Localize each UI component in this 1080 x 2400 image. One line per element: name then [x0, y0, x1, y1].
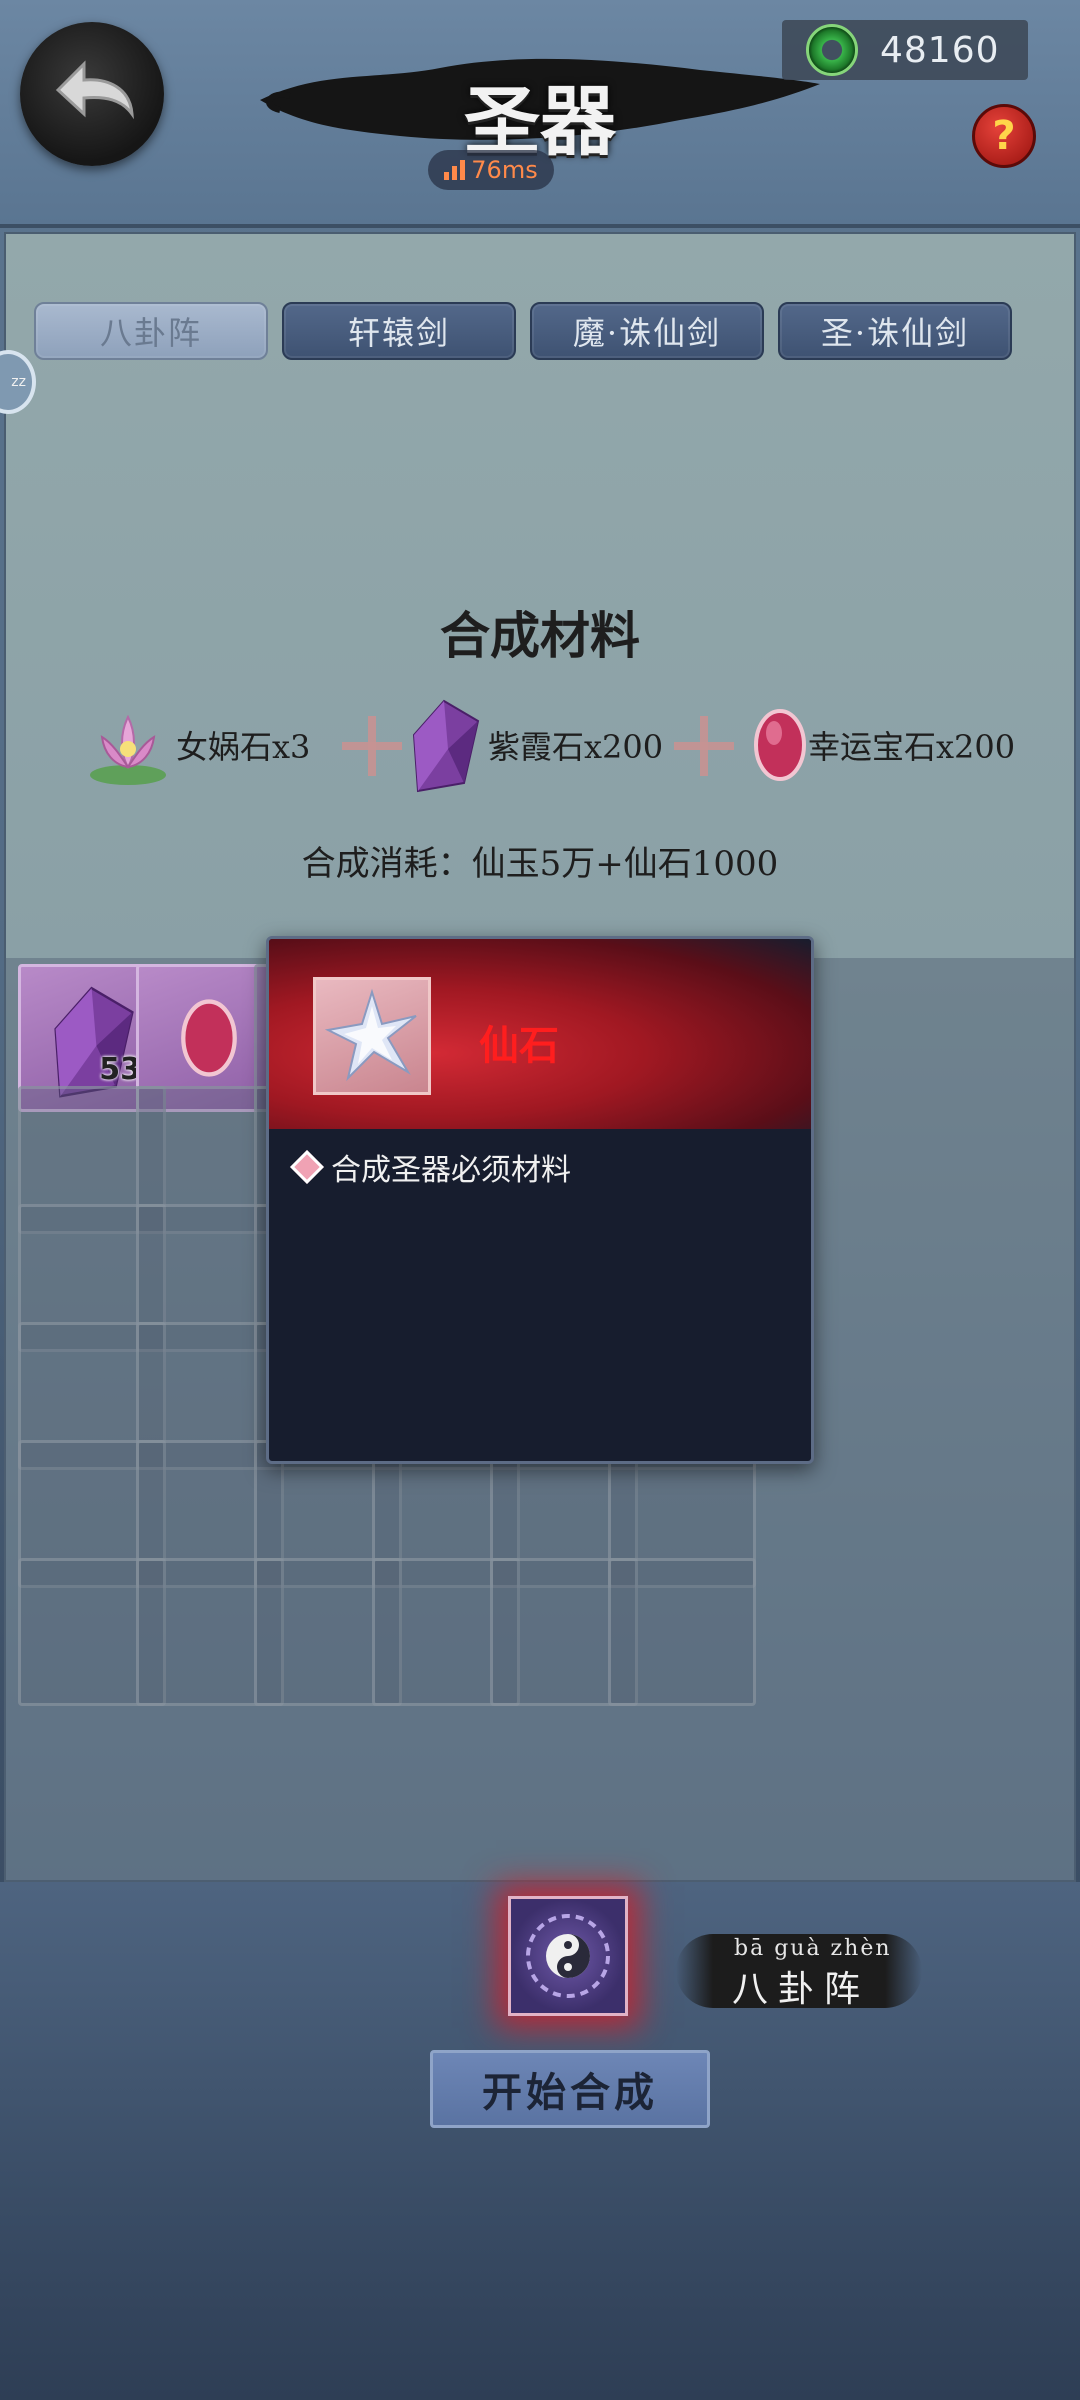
tooltip-item-name: 仙石: [479, 1022, 559, 1069]
item-tooltip: 仙石 合成圣器必须材料: [266, 936, 814, 1464]
material-label: 女娲石x3: [176, 728, 311, 766]
tab-demon-zhuxian-sword[interactable]: 魔·诛仙剑: [530, 302, 764, 360]
bullet-diamond-icon: [290, 1150, 324, 1184]
tab-xuanyuan-sword[interactable]: 轩辕剑: [282, 302, 516, 360]
lucky-gem-icon: [181, 999, 237, 1077]
header-bar: 圣器 76ms 48160 ?: [0, 0, 1080, 228]
currency-display: 48160: [782, 20, 1028, 80]
signal-bars-icon: [444, 160, 466, 180]
result-name: 八卦阵: [732, 1969, 871, 2010]
plus-icon: [674, 716, 734, 776]
crystal-star-icon: [324, 988, 417, 1082]
currency-amount: 48160: [880, 29, 1000, 71]
tab-bagua[interactable]: 八卦阵: [34, 302, 268, 360]
bagua-icon: [526, 1914, 610, 1998]
tooltip-description: 合成圣器必须材料: [290, 1145, 571, 1189]
plus-icon: [342, 716, 402, 776]
inventory-slot[interactable]: [608, 1558, 756, 1706]
help-button[interactable]: ?: [972, 104, 1036, 168]
result-item-slot[interactable]: [508, 1896, 628, 2016]
material-label: 紫霞石x200: [488, 728, 664, 766]
item-count: 53: [99, 1052, 141, 1087]
artifact-tabs: 八卦阵 轩辕剑 魔·诛仙剑 圣·诛仙剑: [34, 302, 1012, 360]
start-crafting-button[interactable]: 开始合成: [430, 2050, 710, 2128]
jade-coin-icon: [806, 24, 858, 76]
tooltip-description-text: 合成圣器必须材料: [331, 1153, 571, 1188]
lucky-gem-icon: [754, 709, 806, 781]
material-nuwa-stone[interactable]: 女娲石x3: [80, 690, 310, 800]
result-pinyin: bā guà zhèn: [734, 1936, 892, 1961]
material-label: 幸运宝石x200: [808, 728, 1016, 766]
tab-holy-zhuxian-sword[interactable]: 圣·诛仙剑: [778, 302, 1012, 360]
network-ping: 76ms: [428, 150, 554, 190]
material-zixia-stone[interactable]: 紫霞石x200: [404, 690, 663, 800]
recipe-materials: 女娲石x3 紫霞石x200 幸运宝石x200: [80, 690, 1040, 800]
material-lucky-gem[interactable]: 幸运宝石x200: [752, 690, 1015, 800]
recipe-title: 合成材料: [440, 606, 640, 665]
xian-stone-item-icon: [313, 977, 431, 1095]
ping-value: 76ms: [471, 156, 538, 184]
purple-crystal-icon: [412, 699, 480, 793]
crafting-cost: 合成消耗：仙玉5万+仙石1000: [301, 844, 779, 884]
lotus-stone-icon: [90, 714, 166, 785]
